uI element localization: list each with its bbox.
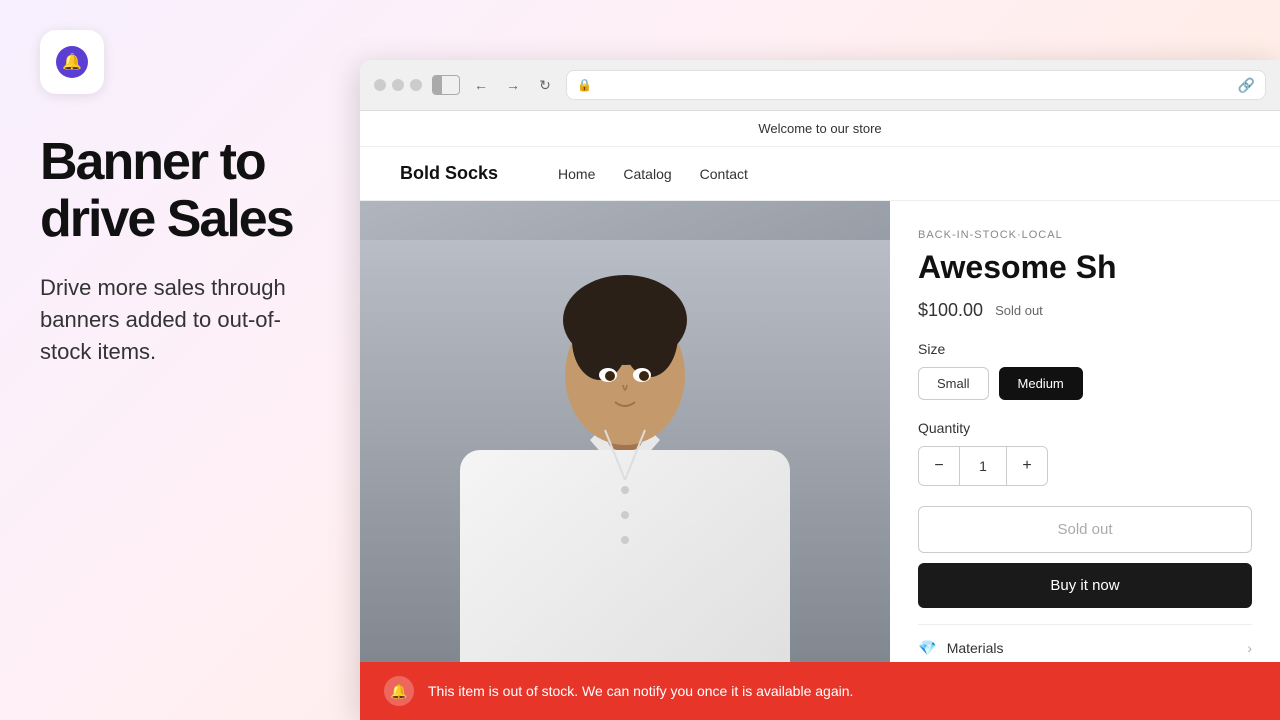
quantity-label: Quantity	[918, 420, 1252, 436]
product-details: BACK-IN-STOCK·LOCAL Awesome Sh $100.00 S…	[890, 201, 1280, 720]
quantity-control: − 1 +	[918, 446, 1048, 486]
quantity-value: 1	[959, 447, 1007, 485]
quantity-minus-button[interactable]: −	[919, 447, 959, 485]
traffic-light-maximize[interactable]	[410, 79, 422, 91]
diamond-icon: 💎	[918, 639, 937, 657]
traffic-light-close[interactable]	[374, 79, 386, 91]
product-price: $100.00	[918, 300, 983, 321]
sold-out-badge: Sold out	[995, 303, 1043, 318]
address-bar[interactable]: 🔒 🔗	[566, 70, 1266, 100]
chevron-right-icon: ›	[1247, 640, 1252, 656]
announcement-bar: Welcome to our store	[360, 111, 1280, 147]
announcement-text: Welcome to our store	[758, 121, 881, 136]
traffic-light-minimize[interactable]	[392, 79, 404, 91]
notification-banner: 🔔 This item is out of stock. We can noti…	[360, 662, 1280, 720]
notification-bell-icon: 🔔	[384, 676, 414, 706]
browser-chrome: ← → ↻ 🔒 🔗	[360, 60, 1280, 111]
reload-button[interactable]: ↻	[534, 74, 556, 96]
notification-text: This item is out of stock. We can notify…	[428, 683, 853, 699]
quantity-plus-button[interactable]: +	[1007, 447, 1047, 485]
store-nav-links: Home Catalog Contact	[558, 166, 748, 182]
nav-link-contact[interactable]: Contact	[700, 166, 748, 182]
materials-label: Materials	[947, 640, 1004, 656]
back-button[interactable]: ←	[470, 74, 492, 96]
size-options: Small Medium	[918, 367, 1252, 400]
product-area: BACK-IN-STOCK·LOCAL Awesome Sh $100.00 S…	[360, 201, 1280, 720]
store-logo: Bold Socks	[400, 163, 498, 184]
link-icon: 🔗	[1238, 77, 1255, 94]
sidebar-toggle-button[interactable]	[432, 75, 460, 95]
store-nav: Bold Socks Home Catalog Contact	[360, 147, 1280, 201]
size-small-button[interactable]: Small	[918, 367, 989, 400]
product-price-row: $100.00 Sold out	[918, 300, 1252, 321]
product-title: Awesome Sh	[918, 249, 1252, 286]
subtext: Drive more sales through banners added t…	[40, 272, 320, 368]
forward-button[interactable]: →	[502, 74, 524, 96]
lock-icon: 🔒	[577, 78, 592, 92]
browser-window: ← → ↻ 🔒 🔗 Welcome to our store Bold Sock…	[360, 60, 1280, 720]
bell-icon: 🔔	[56, 46, 88, 78]
product-image	[360, 201, 890, 720]
product-label: BACK-IN-STOCK·LOCAL	[918, 229, 1252, 241]
sold-out-button: Sold out	[918, 506, 1252, 553]
size-medium-button[interactable]: Medium	[999, 367, 1083, 400]
nav-link-catalog[interactable]: Catalog	[623, 166, 671, 182]
product-image-container	[360, 201, 890, 720]
headline: Banner to drive Sales	[40, 134, 320, 248]
buy-now-button[interactable]: Buy it now	[918, 563, 1252, 608]
app-icon-container: 🔔	[40, 30, 104, 94]
traffic-lights	[374, 79, 422, 91]
size-label: Size	[918, 341, 1252, 357]
left-panel: 🔔 Banner to drive Sales Drive more sales…	[0, 0, 360, 720]
nav-link-home[interactable]: Home	[558, 166, 595, 182]
